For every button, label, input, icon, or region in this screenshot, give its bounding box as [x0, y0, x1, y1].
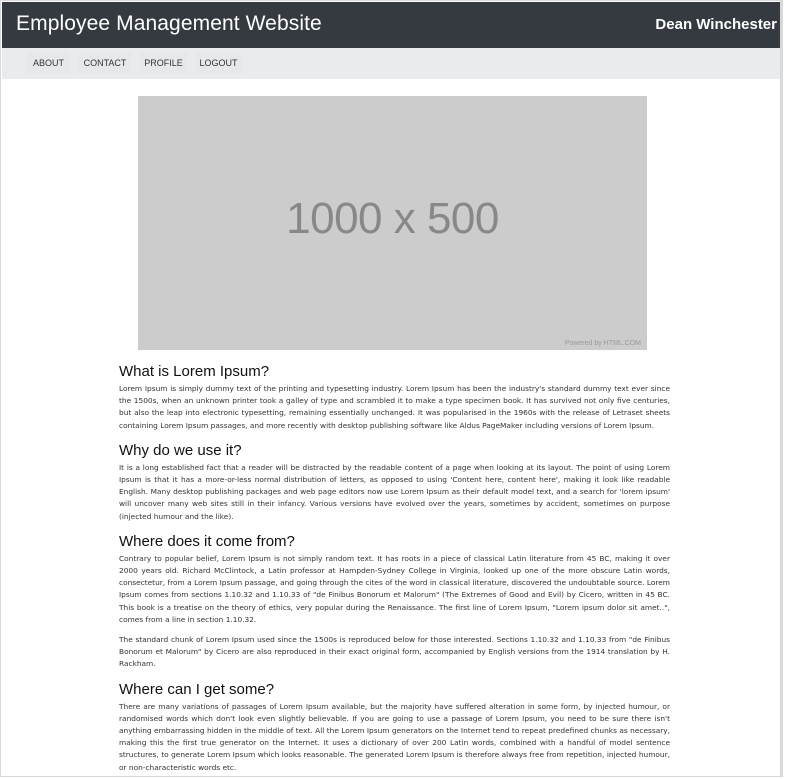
section-paragraph: The standard chunk of Lorem Ipsum used s…	[119, 635, 670, 669]
nav-profile[interactable]: PROFILE	[140, 52, 187, 74]
section-paragraph: It is a long established fact that a rea…	[119, 462, 670, 521]
hero-credit: Powered by HTML.COM	[564, 340, 641, 347]
section-paragraph: Lorem Ipsum is simply dummy text of the …	[119, 384, 670, 430]
nav-about[interactable]: ABOUT	[27, 52, 70, 74]
site-title[interactable]: Employee Management Website	[16, 12, 322, 36]
section-heading: Where can I get some?	[119, 680, 275, 698]
article-content: What is Lorem Ipsum? Lorem Ipsum is simp…	[119, 361, 670, 776]
hero-placeholder-image: 1000 x 500 Powered by HTML.COM	[138, 96, 647, 350]
nav-logout[interactable]: LOGOUT	[196, 52, 241, 74]
site-header: Employee Management Website Dean Winches…	[2, 2, 780, 48]
section-heading: Where does it come from?	[119, 532, 295, 550]
section-heading: Why do we use it?	[119, 441, 242, 459]
nav-contact[interactable]: CONTACT	[79, 52, 131, 74]
page-frame: Employee Management Website Dean Winches…	[0, 0, 783, 777]
section-paragraph: There are many variations of passages of…	[119, 701, 670, 772]
section-heading: What is Lorem Ipsum?	[119, 363, 270, 380]
user-name[interactable]: Dean Winchester	[655, 16, 777, 33]
nav-bar: ABOUT CONTACT PROFILE LOGOUT	[2, 48, 780, 79]
section-paragraph: Contrary to popular belief, Lorem Ipsum …	[119, 553, 670, 624]
hero-size-label: 1000 x 500	[286, 194, 499, 243]
